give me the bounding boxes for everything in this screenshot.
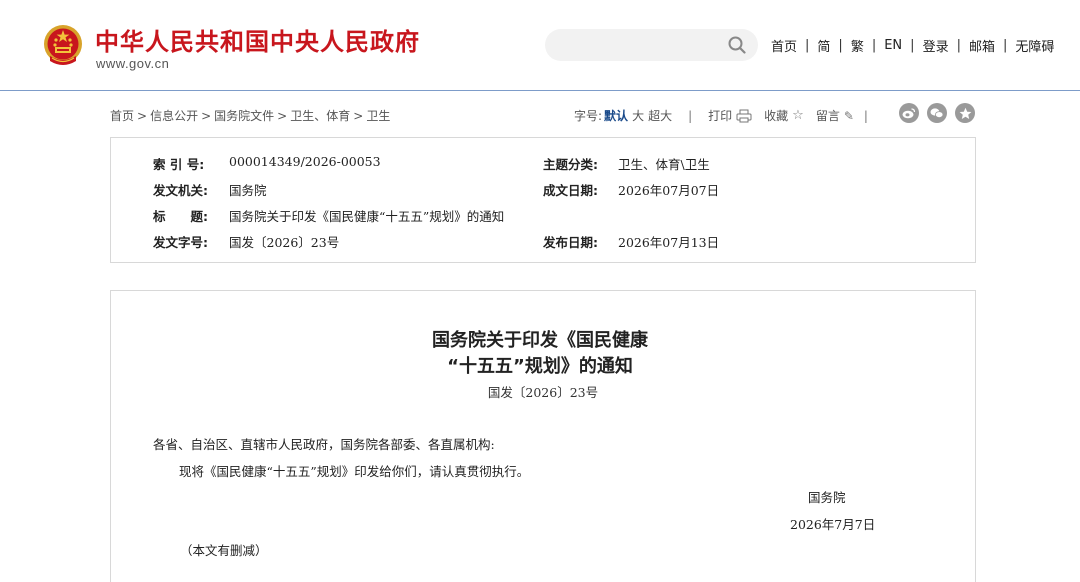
nav-separator: | — [805, 38, 810, 53]
document-title-line-2: “十五五”规划》的通知 — [447, 356, 633, 377]
star-outline-icon[interactable]: ☆ — [792, 108, 804, 123]
category-label: 主题分类: — [543, 157, 598, 172]
sign-date: 2026年7月7日 — [790, 517, 876, 532]
nav-home-link[interactable]: 首页 — [771, 36, 797, 55]
star-share-button[interactable] — [955, 103, 975, 123]
weibo-share-button[interactable] — [899, 103, 919, 123]
abridged-note: （本文有删减） — [180, 543, 268, 558]
written-date-label: 成文日期: — [543, 183, 598, 198]
page-tools: 字号: 默认 大 超大 | 打印 收藏 ☆ 留言 ✎ | — [574, 107, 868, 124]
nav-separator: | — [871, 38, 877, 53]
document-number-value: 国发〔2026〕23号 — [229, 235, 340, 250]
search-input[interactable] — [545, 29, 758, 61]
font-size-large-button[interactable]: 大 — [632, 107, 644, 124]
nav-separator: | — [956, 38, 961, 53]
category-value: 卫生、体育\卫生 — [618, 157, 710, 172]
breadcrumb-home[interactable]: 首页 — [110, 109, 134, 123]
nav-login-link[interactable]: 登录 — [923, 36, 949, 55]
pencil-icon[interactable]: ✎ — [844, 109, 854, 123]
signer: 国务院 — [808, 490, 846, 505]
breadcrumb-separator: > — [201, 109, 212, 123]
breadcrumb: 首页 > 信息公开 > 国务院文件 > 卫生、体育 > 卫生 — [110, 107, 390, 124]
document-number-label: 发文字号: — [153, 235, 208, 250]
title-value: 国务院关于印发《国民健康“十五五”规划》的通知 — [229, 209, 505, 224]
body-paragraph: 现将《国民健康“十五五”规划》印发给你们，请认真贯彻执行。 — [179, 464, 530, 479]
site-title[interactable]: 中华人民共和国中央人民政府 — [95, 22, 420, 57]
star-icon — [959, 107, 971, 119]
top-nav: 首页 | 简 | 繁 | EN | 登录 | 邮箱 | 无障碍 — [771, 36, 1054, 55]
weibo-icon — [902, 108, 916, 119]
written-date-value: 2026年07月07日 — [618, 183, 720, 198]
font-size-label: 字号: — [574, 109, 603, 123]
wechat-icon — [930, 108, 944, 118]
nav-separator: | — [910, 38, 915, 53]
tools-separator: | — [863, 108, 868, 123]
favorite-button[interactable]: 收藏 — [764, 107, 788, 124]
nav-english-link[interactable]: EN — [884, 38, 902, 53]
nav-mailbox-link[interactable]: 邮箱 — [969, 36, 995, 55]
font-size-default-button[interactable]: 默认 — [604, 107, 628, 124]
breadcrumb-separator: > — [353, 109, 364, 123]
breadcrumb-separator: > — [277, 109, 288, 123]
font-size-xlarge-button[interactable]: 超大 — [648, 107, 672, 124]
breadcrumb-health[interactable]: 卫生 — [366, 109, 390, 123]
print-button[interactable]: 打印 — [708, 107, 732, 124]
breadcrumb-separator: > — [137, 109, 148, 123]
nav-accessibility-link[interactable]: 无障碍 — [1015, 36, 1054, 55]
nav-simplified-link[interactable]: 简 — [817, 36, 830, 55]
breadcrumb-health-sports[interactable]: 卫生、体育 — [290, 109, 350, 123]
nav-separator: | — [1002, 38, 1008, 53]
issuer-label: 发文机关: — [153, 183, 208, 198]
site-url[interactable]: www.gov.cn — [96, 56, 169, 71]
published-date-label: 发布日期: — [543, 235, 598, 250]
tools-separator: | — [688, 108, 693, 123]
comment-button[interactable]: 留言 — [816, 107, 840, 124]
published-date-value: 2026年07月13日 — [618, 235, 720, 250]
breadcrumb-state-council-docs[interactable]: 国务院文件 — [214, 109, 274, 123]
nav-traditional-link[interactable]: 繁 — [851, 36, 864, 55]
wechat-share-button[interactable] — [927, 103, 947, 123]
issuer-value: 国务院 — [229, 183, 267, 198]
document-title-line-1: 国务院关于印发《国民健康 — [432, 330, 648, 351]
document-number: 国发〔2026〕23号 — [487, 385, 599, 400]
nav-separator: | — [838, 38, 843, 53]
title-label: 标 题: — [153, 209, 208, 224]
site-header: 中华人民共和国中央人民政府 www.gov.cn 首页 | 简 | 繁 | EN… — [0, 0, 1080, 91]
national-emblem-icon[interactable] — [42, 24, 84, 68]
index-number-label: 索 引 号: — [153, 157, 205, 172]
printer-icon[interactable] — [736, 109, 752, 123]
search-icon[interactable] — [728, 36, 746, 54]
breadcrumb-info-public[interactable]: 信息公开 — [150, 109, 198, 123]
salutation: 各省、自治区、直辖市人民政府，国务院各部委、各直属机构: — [153, 437, 495, 452]
index-number-value: 000014349/2026-00053 — [229, 154, 381, 169]
